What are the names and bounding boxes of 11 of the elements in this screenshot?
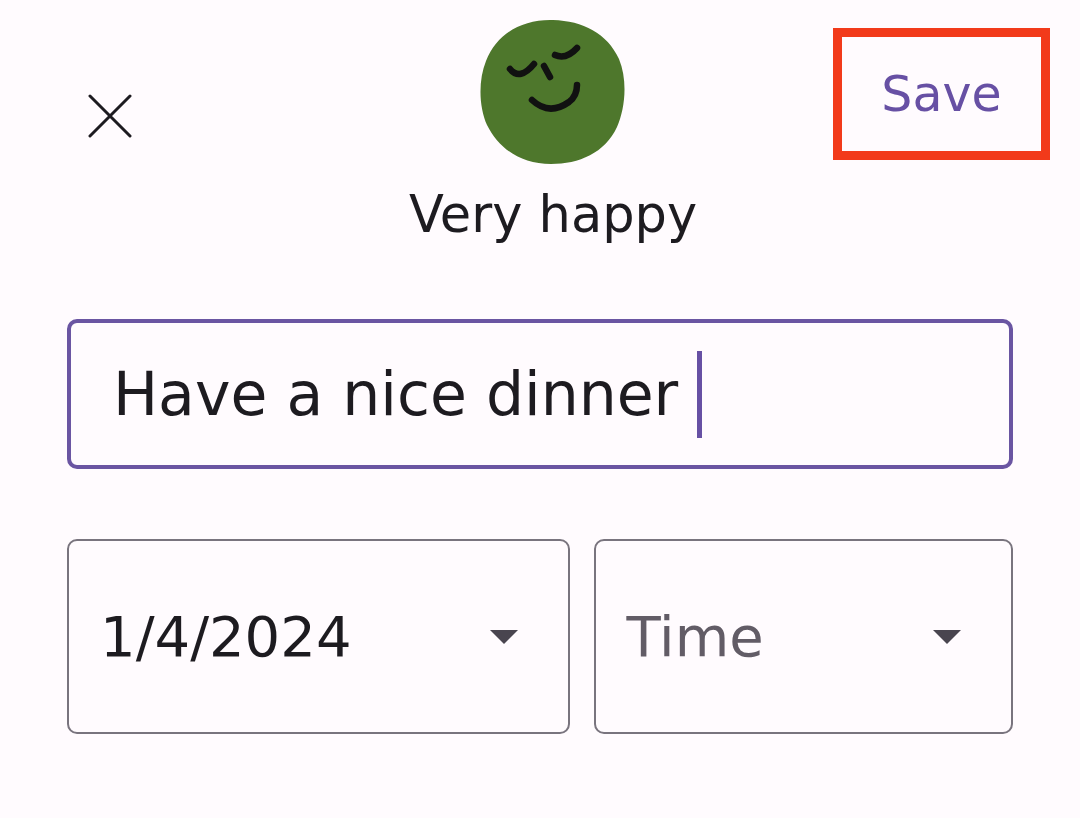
close-icon	[88, 94, 132, 138]
note-field[interactable]: Have a nice dinner	[67, 319, 1013, 469]
smiley-face-icon	[479, 19, 627, 165]
time-dropdown[interactable]: Time	[593, 539, 1013, 734]
mood-label: Very happy	[408, 187, 698, 243]
text-cursor-icon	[697, 350, 703, 438]
caret-down-icon	[489, 629, 518, 644]
close-button[interactable]	[88, 94, 132, 138]
save-button[interactable]: Save	[833, 28, 1050, 160]
date-dropdown[interactable]: 1/4/2024	[67, 539, 570, 734]
caret-down-icon	[933, 629, 961, 644]
